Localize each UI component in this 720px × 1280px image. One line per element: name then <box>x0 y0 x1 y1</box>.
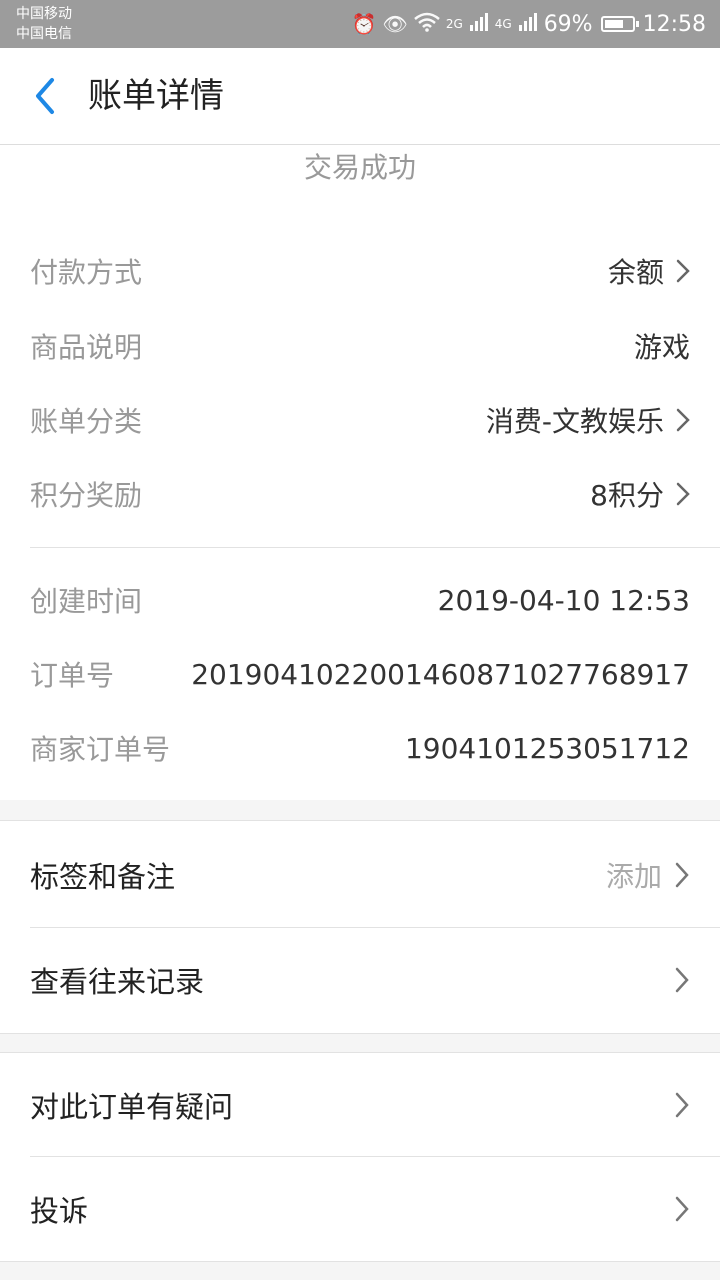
product-desc-row: 商品说明 游戏 <box>30 309 690 383</box>
points-reward-label: 积分奖励 <box>30 479 143 512</box>
product-desc-value: 游戏 <box>633 331 690 364</box>
created-time-row: 创建时间 2019-04-10 12:53 <box>30 563 690 637</box>
order-question-row[interactable]: 对此订单有疑问 <box>30 1053 690 1157</box>
carrier-2: 中国电信 <box>16 26 72 42</box>
complaint-label: 投诉 <box>30 1194 89 1228</box>
eye-icon: 👁 <box>382 12 408 36</box>
carrier-1: 中国移动 <box>16 6 72 22</box>
merchant-order-label: 商家订单号 <box>30 733 171 766</box>
history-records-row[interactable]: 查看往来记录 <box>30 928 690 1032</box>
tags-notes-label: 标签和备注 <box>30 860 176 894</box>
status-icons: ⏰ 👁 2G 4G 69% 12:58 <box>352 0 706 48</box>
tags-notes-row[interactable]: 标签和备注 添加 <box>30 823 690 927</box>
chevron-right-icon <box>674 966 690 994</box>
chevron-right-icon <box>674 1091 690 1119</box>
order-question-label: 对此订单有疑问 <box>30 1090 234 1124</box>
section-divider <box>30 547 720 548</box>
chevron-right-icon <box>674 861 690 889</box>
chevron-right-icon <box>676 259 690 283</box>
battery-icon <box>600 16 639 32</box>
bill-category-value: 消费-文教娱乐 <box>485 405 664 438</box>
app-header: 账单详情 <box>0 48 720 145</box>
complaint-row[interactable]: 投诉 <box>30 1157 690 1261</box>
signal-icon-2 <box>518 11 538 37</box>
merchant-order-row: 商家订单号 1904101253051712 <box>30 711 690 785</box>
payment-method-value: 余额 <box>607 256 664 289</box>
actions-card-1: 标签和备注 添加 查看往来记录 <box>0 820 720 1034</box>
signal-icon-1 <box>469 11 489 37</box>
payment-method-label: 付款方式 <box>30 256 143 289</box>
points-reward-row[interactable]: 积分奖励 8积分 <box>30 457 690 531</box>
tags-notes-add: 添加 <box>605 860 662 893</box>
chevron-right-icon <box>674 1195 690 1223</box>
alarm-icon: ⏰ <box>351 12 377 36</box>
network-2g-label: 2G <box>445 17 463 31</box>
network-4g-label: 4G <box>494 17 512 31</box>
transaction-status: 交易成功 <box>303 151 416 184</box>
carrier-info: 中国移动 中国电信 <box>16 4 72 44</box>
chevron-right-icon <box>676 408 690 432</box>
clock: 12:58 <box>642 11 706 37</box>
order-number-label: 订单号 <box>30 659 115 692</box>
payment-method-row[interactable]: 付款方式 余额 <box>30 234 690 308</box>
order-number-value: 2019041022001460871027768917 <box>191 657 690 691</box>
order-number-row: 订单号 2019041022001460871027768917 <box>30 637 690 711</box>
merchant-order-value: 1904101253051712 <box>404 731 690 765</box>
battery-percent: 69% <box>543 11 593 37</box>
product-desc-label: 商品说明 <box>30 331 143 364</box>
bill-category-row[interactable]: 账单分类 消费-文教娱乐 <box>30 383 690 457</box>
page-title: 账单详情 <box>88 76 224 116</box>
bill-category-label: 账单分类 <box>30 405 143 438</box>
wifi-icon <box>414 12 440 37</box>
created-time-label: 创建时间 <box>30 585 143 618</box>
actions-card-2: 对此订单有疑问 投诉 <box>0 1052 720 1262</box>
chevron-left-icon <box>36 78 54 114</box>
back-button[interactable] <box>28 74 68 118</box>
created-time-value: 2019-04-10 12:53 <box>437 583 690 617</box>
chevron-right-icon <box>676 482 690 506</box>
points-reward-value: 8积分 <box>590 479 664 512</box>
history-records-label: 查看往来记录 <box>30 965 205 999</box>
status-bar: 中国移动 中国电信 ⏰ 👁 2G 4G 69% 12:58 <box>0 0 720 48</box>
